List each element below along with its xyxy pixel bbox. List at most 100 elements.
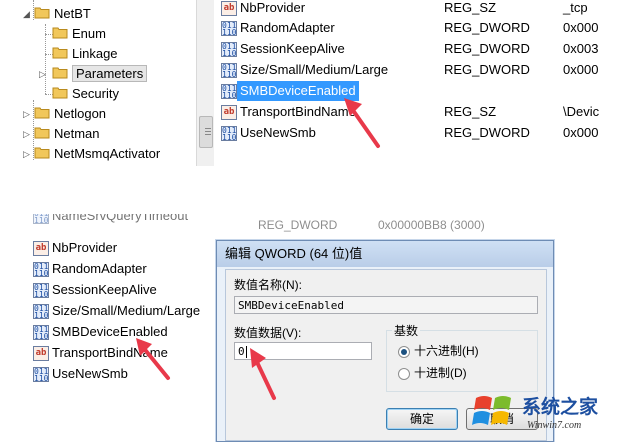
value-name: SessionKeepAlive xyxy=(240,41,345,56)
expand-arrow-icon[interactable]: ▷ xyxy=(39,69,46,80)
value-name: UseNewSmb xyxy=(52,366,128,381)
tree-item-label: Netman xyxy=(54,126,100,141)
expand-arrow-icon[interactable]: ▷ xyxy=(23,129,30,140)
folder-icon xyxy=(52,65,68,85)
tree-scrollbar[interactable] xyxy=(196,0,214,166)
binary-value-icon: 011110 xyxy=(33,283,49,299)
radio-unchecked-icon xyxy=(398,367,410,380)
tree-item-label: Enum xyxy=(72,26,106,41)
value-row[interactable]: ab TransportBindName REG_SZ \Devic xyxy=(218,102,631,122)
expand-arrow-icon[interactable]: ▷ xyxy=(23,109,30,120)
tree-item-netman[interactable]: Netman xyxy=(34,124,100,144)
grip-line xyxy=(205,131,211,132)
string-value-icon: ab xyxy=(221,105,237,120)
tree-item-label: NetBT xyxy=(54,6,91,21)
tree-item-label: Netlogon xyxy=(54,106,107,121)
base-groupbox xyxy=(386,330,538,392)
value-name: SessionKeepAlive xyxy=(52,282,157,297)
partial-data-cell: 0x00000BB8 (3000) xyxy=(378,218,485,232)
value-type: REG_SZ xyxy=(444,0,497,15)
string-value-icon: ab xyxy=(33,241,49,256)
value-type: REG_DWORD xyxy=(444,41,530,56)
folder-icon xyxy=(52,45,68,65)
scrollbar-thumb[interactable] xyxy=(199,116,213,148)
tree-item-netlogon[interactable]: Netlogon xyxy=(34,104,106,124)
value-data: 0x000 xyxy=(563,20,599,35)
value-type: REG_DWORD xyxy=(444,125,530,140)
base-label: 基数 xyxy=(392,322,421,339)
string-value-icon: ab xyxy=(221,1,237,16)
value-data: _tcp xyxy=(563,0,588,15)
value-name-field[interactable]: SMBDeviceEnabled xyxy=(234,296,538,314)
folder-icon xyxy=(34,105,50,125)
binary-value-icon: 011110 xyxy=(33,367,49,383)
value-data: 0x000 xyxy=(563,62,599,77)
value-data: 0x000 xyxy=(563,81,598,101)
value-row[interactable]: 011 110 Size/Small/Medium/Large REG_DWORD… xyxy=(218,60,631,80)
value-row-partial[interactable]: 011110 NameSrvQueryTimeout xyxy=(30,214,230,226)
value-row[interactable]: 011 110 UseNewSmb REG_DWORD 0x000 xyxy=(218,123,631,143)
registry-editor-top: ◢ ▷ ▷ ▷ ▷ NetBT Enum Linkage Parameters … xyxy=(0,0,631,172)
tree-item-label: Linkage xyxy=(72,46,118,61)
site-watermark: 系统之家 Winwin7.com xyxy=(470,384,631,440)
radio-hex-label: 十六进制(H) xyxy=(414,344,479,358)
expand-arrow-icon[interactable]: ▷ xyxy=(23,149,30,160)
binary-value-icon: 011110 xyxy=(33,262,49,278)
value-data: 0x000 xyxy=(563,125,599,140)
values-list-top: ab NbProvider REG_SZ _tcp 011 110 RandomA… xyxy=(218,0,631,150)
red-arrow-icon xyxy=(136,338,170,380)
binary-value-icon: 011110 xyxy=(221,63,237,79)
value-name: NameSrvQueryTimeout xyxy=(52,214,189,223)
registry-tree: ◢ ▷ ▷ ▷ ▷ NetBT Enum Linkage Parameters … xyxy=(0,0,195,166)
windows-logo-icon xyxy=(472,396,511,425)
grip-line xyxy=(205,134,211,135)
binary-value-icon: 011110 xyxy=(33,325,49,341)
folder-icon xyxy=(52,85,68,105)
binary-value-icon: 011110 xyxy=(221,84,237,100)
tree-item-label: NetMsmqActivator xyxy=(54,146,161,161)
value-name: UseNewSmb xyxy=(240,125,316,140)
radio-hex[interactable]: 十六进制(H) xyxy=(398,342,479,359)
value-name: NbProvider xyxy=(52,240,118,255)
tree-item-enum[interactable]: Enum xyxy=(52,24,106,44)
tree-item-label: Security xyxy=(72,86,119,101)
value-row[interactable]: 011 110 SessionKeepAlive xyxy=(30,280,230,300)
collapse-arrow-icon[interactable]: ◢ xyxy=(23,9,30,20)
value-name: Size/Small/Medium/Large xyxy=(52,303,201,318)
partial-type-cell: REG_DWORD xyxy=(258,218,338,232)
value-name: RandomAdapter xyxy=(52,261,147,276)
folder-icon xyxy=(52,25,68,45)
value-row[interactable]: 011 110 RandomAdapter xyxy=(30,259,230,279)
value-data-label: 数值数据(V): xyxy=(234,326,302,340)
folder-icon xyxy=(34,145,50,165)
red-arrow-icon xyxy=(250,348,276,400)
ok-button[interactable]: 确定 xyxy=(386,408,458,430)
value-row[interactable]: ab NbProvider xyxy=(30,238,230,258)
string-value-icon: ab xyxy=(33,346,49,361)
value-row[interactable]: 011 110 SessionKeepAlive REG_DWORD 0x003 xyxy=(218,39,631,59)
tree-item-label: Parameters xyxy=(72,65,148,82)
value-name: NbProvider xyxy=(240,0,306,15)
value-row[interactable]: ab NbProvider REG_SZ _tcp xyxy=(218,0,631,18)
tree-item-netmsmqactivator[interactable]: NetMsmqActivator xyxy=(34,144,160,164)
tree-item-parameters[interactable]: Parameters xyxy=(52,64,148,85)
value-type: REG_DWORD xyxy=(444,20,530,35)
tree-item-linkage[interactable]: Linkage xyxy=(52,44,118,64)
value-name: RandomAdapter xyxy=(240,20,335,35)
binary-value-icon: 011110 xyxy=(221,42,237,58)
radio-dec[interactable]: 十进制(D) xyxy=(398,364,467,381)
value-row-selected[interactable]: 011110 SMBDeviceEnabled REG_QWORD 0x000 xyxy=(218,81,631,101)
value-row[interactable]: 011 110 RandomAdapter REG_DWORD 0x000 xyxy=(218,18,631,38)
grip-line xyxy=(205,128,211,129)
binary-value-icon: 011110 xyxy=(221,126,237,142)
value-row[interactable]: 011 110 Size/Small/Medium/Large xyxy=(30,301,230,321)
radio-checked-icon xyxy=(398,345,410,358)
dialog-title[interactable]: 编辑 QWORD (64 位)值 xyxy=(217,241,553,267)
binary-value-icon: 011110 xyxy=(33,214,49,225)
tree-item-security[interactable]: Security xyxy=(52,84,119,104)
value-data: 0x003 xyxy=(563,41,599,56)
tree-item-netbt[interactable]: NetBT xyxy=(34,4,91,24)
value-type: REG_QWORD xyxy=(444,81,531,101)
value-type: REG_SZ xyxy=(444,104,497,119)
value-data: \Devic xyxy=(563,104,600,119)
